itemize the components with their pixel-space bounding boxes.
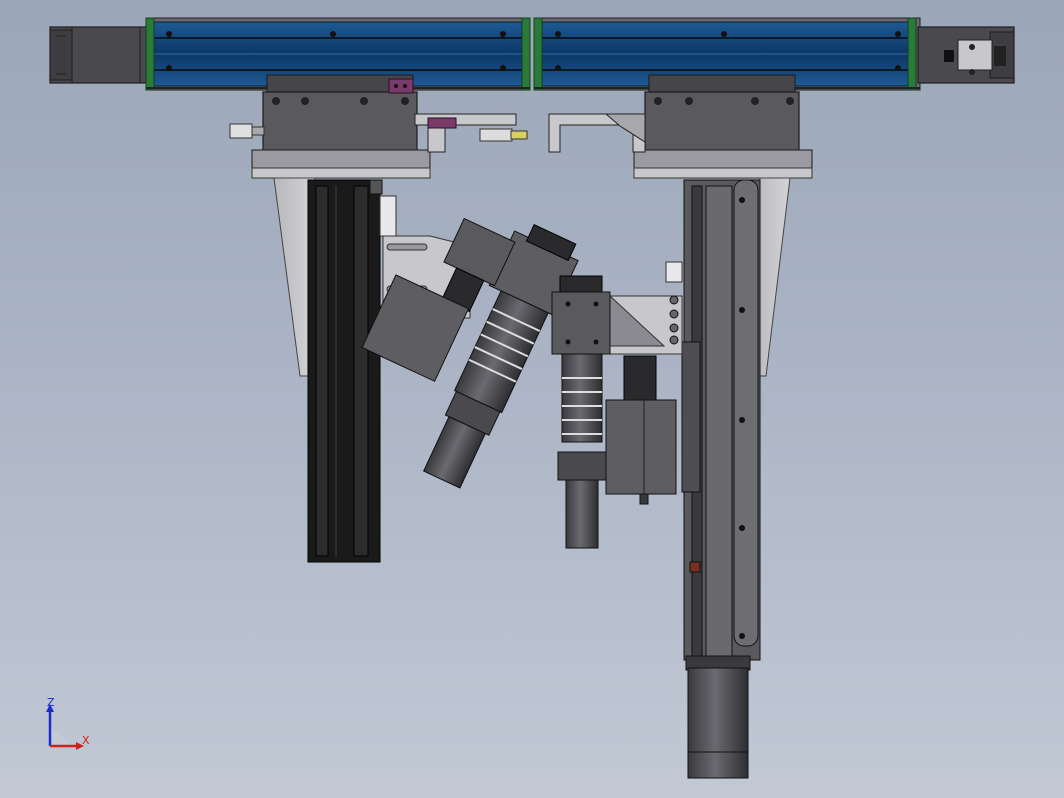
assembly-model[interactable] [0, 0, 1064, 798]
right-vertical-camera[interactable] [551, 275, 683, 549]
right-x-motor [917, 26, 1015, 84]
cad-graphics-viewport[interactable]: Z X [0, 0, 1064, 798]
right-z-axis[interactable] [665, 179, 761, 661]
x-axis-linear-module[interactable] [49, 17, 1015, 91]
triad-x-label: X [82, 734, 90, 747]
left-x-motor [49, 26, 149, 84]
coordinate-triad: Z X [38, 696, 98, 758]
triad-z-label: Z [47, 696, 55, 709]
right-z-motor [685, 655, 751, 779]
